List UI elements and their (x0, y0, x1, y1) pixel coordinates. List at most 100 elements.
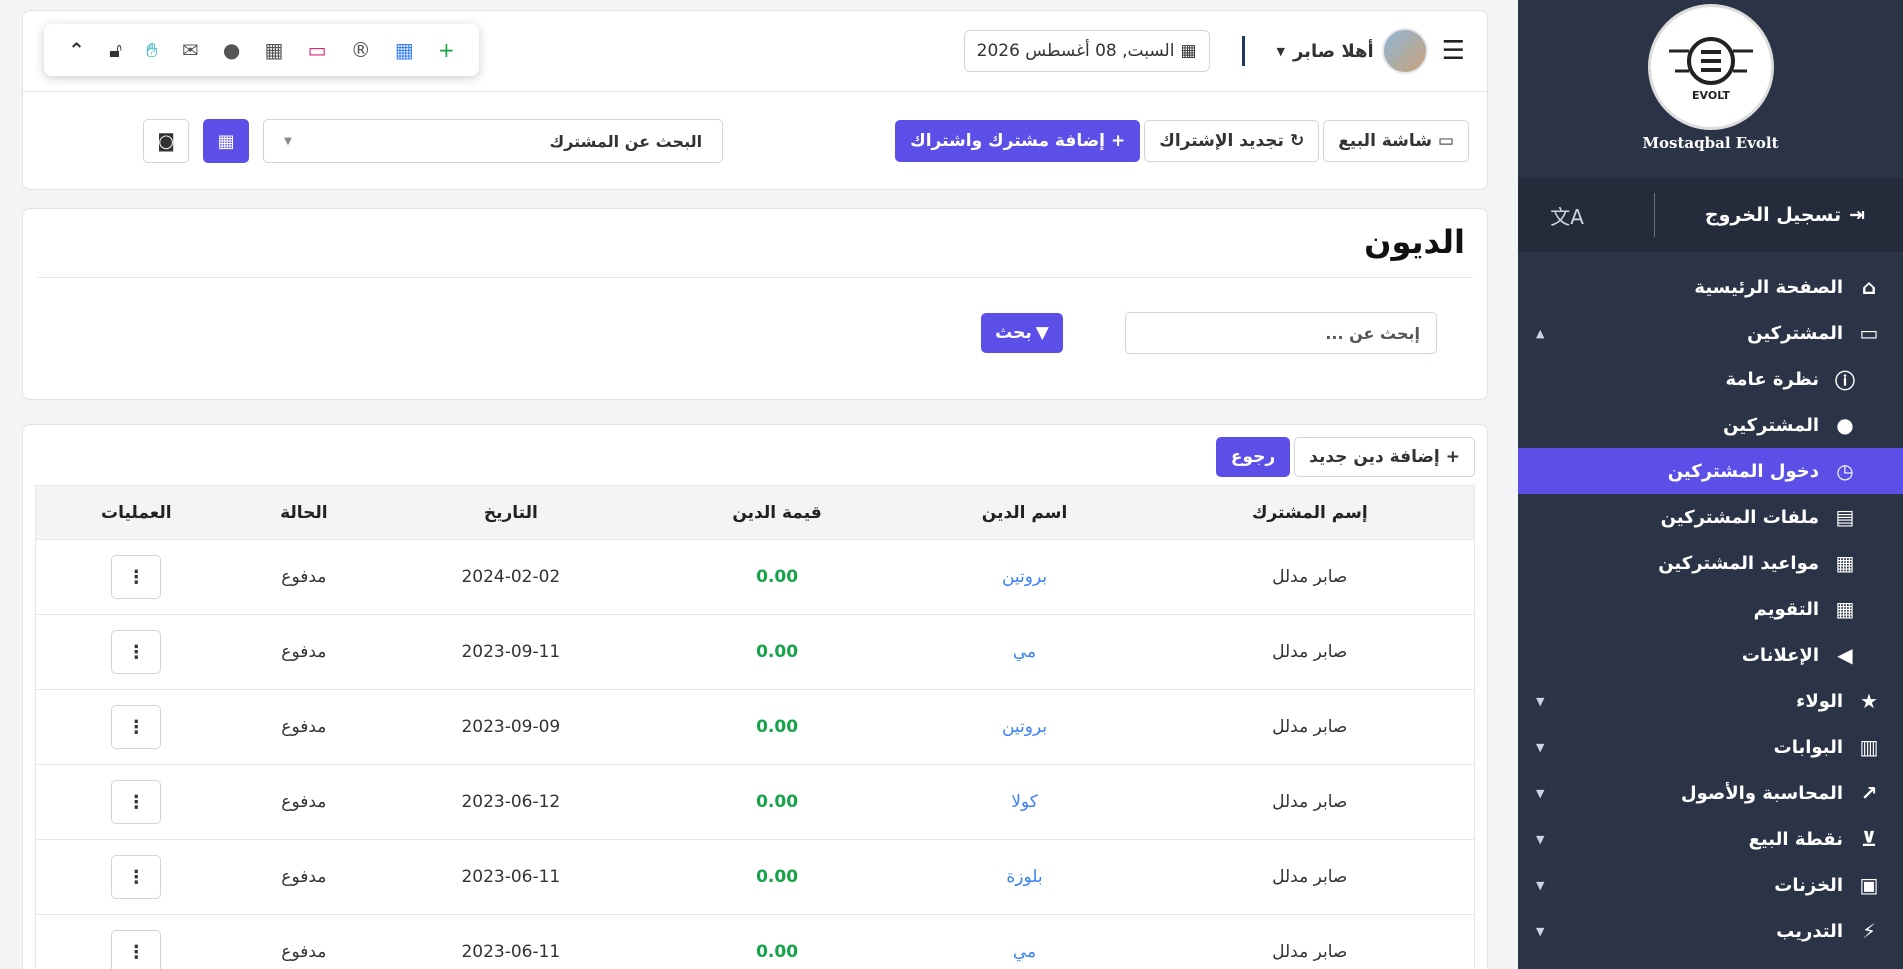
qrcode-icon[interactable]: ▦ (264, 38, 283, 62)
debt-name-link[interactable]: مي (903, 614, 1146, 690)
sidebar-item-7[interactable]: ▦ التقويم (1518, 586, 1903, 632)
sidebar-item-1[interactable]: ▭ المشتركين ▲ (1518, 310, 1903, 356)
envelope-icon[interactable]: ✉ (182, 38, 199, 62)
renew-label: تجديد الإشتراك (1159, 131, 1284, 151)
debt-amount-cell: 0.00 (650, 689, 904, 765)
caret-icon: ▼ (1536, 694, 1545, 708)
sidebar-item-0[interactable]: ⌂ الصفحة الرئيسية (1518, 264, 1903, 310)
sidebar-item-9[interactable]: ★ الولاء ▼ (1518, 678, 1903, 724)
plus-icon: + (1445, 447, 1460, 467)
table-header-row: إسم المشترك اسم الدين قيمة الدين التاريخ الح… (35, 485, 1475, 540)
renew-subscription-button[interactable]: ↻ تجديد الإشتراك (1144, 120, 1320, 162)
status-cell: مدفوع (236, 539, 372, 615)
sidebar-item-2[interactable]: ⓘ نظرة عامة (1518, 356, 1903, 402)
user-menu[interactable]: أهلا صابر ▼ (1277, 28, 1428, 74)
qrcode-scan-button[interactable]: ▦ (203, 119, 250, 163)
chevron-up-icon[interactable]: ⌃ (68, 38, 85, 62)
logout-row: ⇥ تسجيل الخروج 文A (1518, 178, 1903, 252)
filter-icon: ▼ (1035, 323, 1049, 343)
sidebar-item-4[interactable]: ◷ دخول المشتركين (1518, 448, 1903, 494)
column-header: اسم الدين (903, 485, 1146, 540)
logout-button[interactable]: ⇥ تسجيل الخروج (1705, 204, 1865, 226)
divider (1653, 193, 1655, 237)
caret-icon: ▼ (1536, 740, 1545, 754)
sidebar-item-8[interactable]: ◀ الإعلانات (1518, 632, 1903, 678)
row-actions-button[interactable]: ⋮ (111, 855, 162, 899)
comment-icon[interactable]: ● (223, 38, 240, 62)
sidebar-item-3[interactable]: ● المشتركين (1518, 402, 1903, 448)
laptop-icon: ▭ (1859, 321, 1879, 345)
add-debt-button[interactable]: + إضافة دين جديد (1294, 437, 1475, 477)
date-display: ▦ السبت, 08 أغسطس 2026 (963, 30, 1210, 72)
debt-name-link[interactable]: بروتين (903, 689, 1146, 765)
back-button[interactable]: رجوع (1215, 437, 1291, 477)
debt-name-link[interactable]: كولا (903, 764, 1146, 840)
operations-cell: ⋮ (35, 764, 237, 840)
search-input[interactable]: إبحث عن ... (1125, 312, 1437, 354)
registered-icon[interactable]: ® (351, 38, 371, 62)
unlock-icon[interactable]: 🔓︎ (109, 38, 122, 62)
sidebar-item-6[interactable]: ▦ مواعيد المشتركين (1518, 540, 1903, 586)
operations-cell: ⋮ (35, 914, 237, 969)
back-label: رجوع (1230, 447, 1276, 467)
magic-wand-icon: ⚡ (1861, 919, 1877, 943)
add-subscriber-button[interactable]: + إضافة مشترك واشتراك (895, 120, 1141, 162)
calendar-toolbar-icon[interactable]: ▦ (395, 38, 414, 62)
plus-icon: + (1110, 131, 1126, 151)
row-actions-button[interactable]: ⋮ (111, 555, 162, 599)
sidebar-item-14[interactable]: ⚡ التدريب ▼ (1518, 908, 1903, 954)
search-button[interactable]: ▼ بحث (981, 313, 1063, 353)
menu-toggle-icon[interactable]: ☰ (1442, 36, 1465, 66)
status-cell: مدفوع (236, 614, 372, 690)
language-icon[interactable]: 文A (1550, 201, 1584, 230)
brand-name: Mostaqbal Evolt (1642, 134, 1779, 152)
search-button-label: بحث (995, 323, 1032, 343)
actions-row: ▭ شاشة البيع ↻ تجديد الإشتراك + إضافة مش… (23, 92, 1487, 190)
laptop-icon: ▭ (1437, 131, 1454, 151)
debts-table: إسم المشترك اسم الدين قيمة الدين التاريخ الح… (35, 485, 1475, 969)
caret-icon: ▼ (1536, 878, 1545, 892)
table-row: صابر مدلل بروتين 0.00 2024-02-02 مدفوع ⋮ (35, 539, 1475, 615)
star-icon: ★ (1860, 689, 1878, 713)
add-user-icon[interactable]: + (438, 38, 455, 62)
debt-amount-cell: 0.00 (650, 914, 904, 969)
sidebar-item-12[interactable]: ⊻ نقطة البيع ▼ (1518, 816, 1903, 862)
sidebar-item-label: نظرة عامة (1725, 368, 1820, 390)
sidebar-item-5[interactable]: ▤ ملفات المشتركين (1518, 494, 1903, 540)
operations-cell: ⋮ (35, 839, 237, 915)
debt-name-link[interactable]: بروتين (903, 539, 1146, 615)
row-actions-button[interactable]: ⋮ (111, 630, 162, 674)
sidebar-item-label: دخول المشتركين (1667, 460, 1819, 482)
operations-cell: ⋮ (35, 689, 237, 765)
row-actions-button[interactable]: ⋮ (111, 930, 162, 969)
row-actions-button[interactable]: ⋮ (111, 780, 162, 824)
camera-button[interactable]: ◙ (143, 119, 190, 163)
money-icon[interactable]: ▭ (308, 38, 327, 62)
date-cell: 2023-06-11 (371, 839, 651, 915)
subscriber-name-cell: صابر مدلل (1145, 614, 1475, 690)
date-cell: 2023-09-11 (371, 614, 651, 690)
debt-amount-cell: 0.00 (650, 539, 904, 615)
subscriber-search-select[interactable]: البحث عن المشترك ▼ (263, 119, 724, 163)
pos-screen-label: شاشة البيع (1338, 131, 1432, 151)
row-actions-button[interactable]: ⋮ (111, 705, 162, 749)
pos-screen-button[interactable]: ▭ شاشة البيع (1323, 120, 1469, 162)
logo: EVOLT (1647, 4, 1774, 130)
lock-icon: ▣ (1859, 873, 1879, 897)
sidebar-item-label: التقويم (1753, 598, 1819, 620)
debt-name-link[interactable]: مي (903, 914, 1146, 969)
sidebar-item-label: الخزنات (1774, 874, 1843, 896)
hand-icon[interactable]: ✋︎ (146, 38, 157, 62)
debt-name-link[interactable]: بلوزة (903, 839, 1146, 915)
calendar-icon: ▦ (1180, 41, 1197, 61)
sidebar-item-13[interactable]: ▣ الخزنات ▼ (1518, 862, 1903, 908)
sidebar-item-11[interactable]: ↗ المحاسبة والأصول ▼ (1518, 770, 1903, 816)
sidebar-item-label: المحاسبة والأصول (1680, 782, 1843, 804)
debt-amount-cell: 0.00 (650, 839, 904, 915)
sidebar-item-label: المشتركين (1723, 414, 1819, 436)
sidebar-item-10[interactable]: ▥ البوابات ▼ (1518, 724, 1903, 770)
debts-filter-card: الديون إبحث عن ... ▼ بحث (22, 208, 1488, 400)
sidebar: EVOLT Mostaqbal Evolt ⇥ تسجيل الخروج 文A … (1518, 0, 1903, 969)
sidebar-item-label: البوابات (1773, 736, 1843, 758)
caret-icon: ▼ (1536, 832, 1545, 846)
